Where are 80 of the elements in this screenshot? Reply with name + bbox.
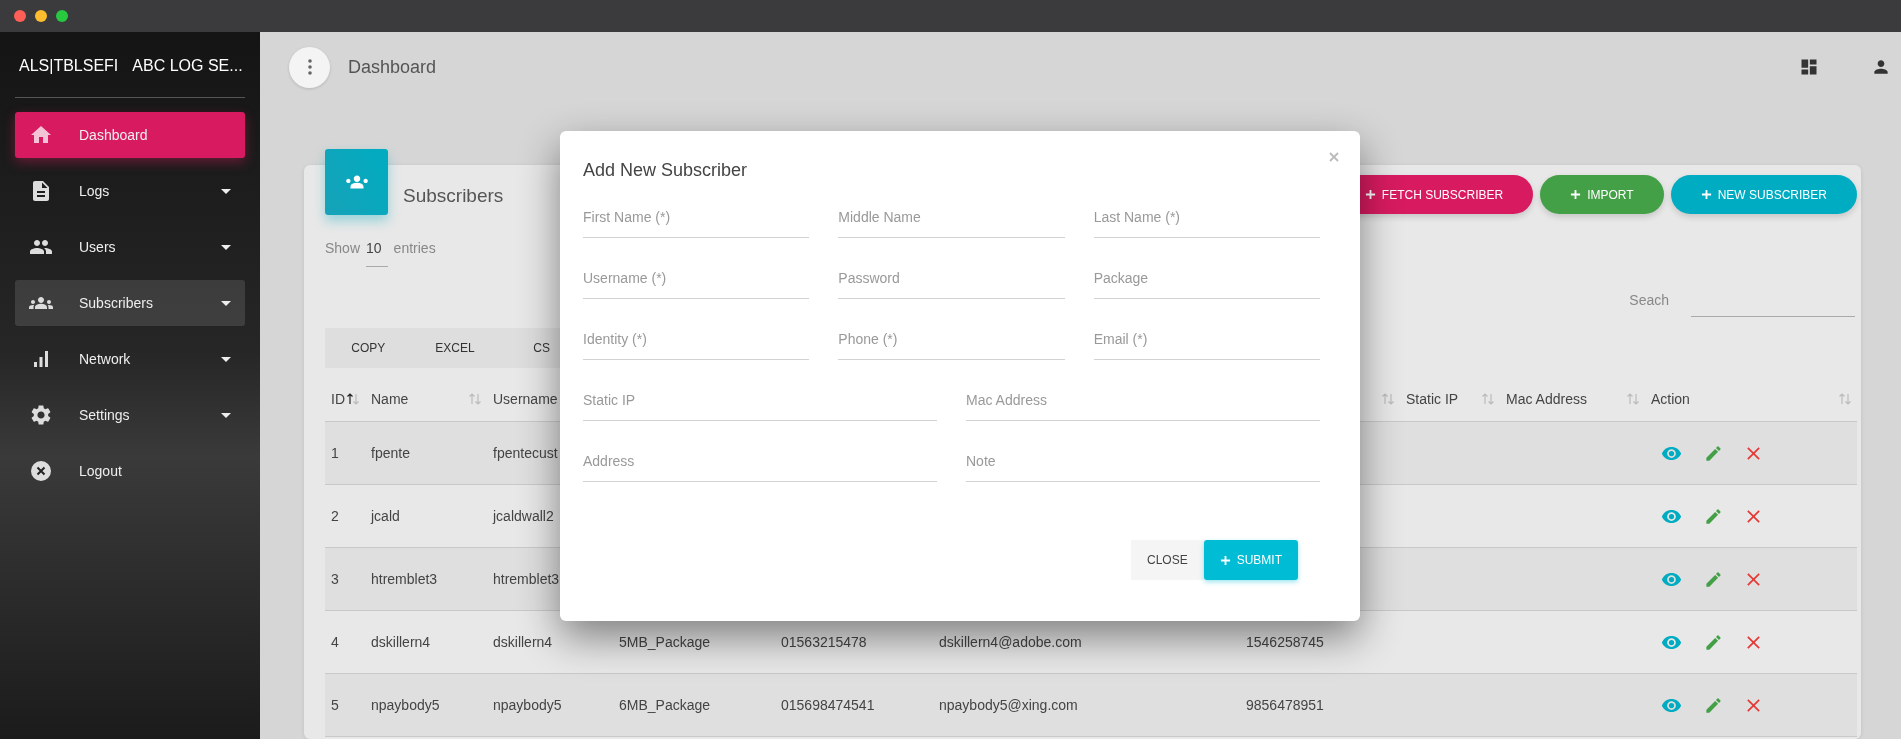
plus-icon: [1364, 189, 1376, 200]
table-cell: npaybody5@xing.com: [939, 697, 1078, 713]
delete-x-icon[interactable]: [1745, 696, 1762, 714]
input-field[interactable]: Username (*): [583, 258, 810, 299]
input-field[interactable]: Mac Address: [966, 380, 1320, 421]
table-cell: htremblet3: [371, 571, 438, 587]
sidebar-item[interactable]: Settings: [15, 392, 245, 438]
input-field[interactable]: Identity (*): [583, 319, 810, 360]
column-header[interactable]: Action: [1651, 390, 1690, 407]
input-field[interactable]: Last Name (*): [1093, 197, 1320, 238]
input-field[interactable]: Package: [1093, 258, 1320, 299]
plus-icon: [1570, 189, 1582, 200]
input-field[interactable]: Address: [583, 441, 937, 482]
table-cell: 9856478951: [1246, 697, 1324, 713]
settings-icon: [29, 403, 53, 427]
table-cell: jcald: [371, 508, 400, 524]
more-options-button[interactable]: [289, 46, 330, 88]
sidebar-item[interactable]: Subscribers: [15, 280, 245, 326]
close-circle-icon: [29, 459, 53, 483]
table-cell: npaybody5: [371, 697, 440, 713]
table-cell: 015698474541: [781, 697, 875, 713]
table-cell: 6MB_Package: [619, 697, 711, 713]
table-cell: fpentecust: [493, 445, 558, 461]
table-cell: 2: [331, 508, 339, 524]
export-button[interactable]: COPY: [325, 328, 412, 368]
column-header[interactable]: ID: [331, 390, 345, 407]
column-header[interactable]: Static IP: [1406, 390, 1459, 407]
input-field[interactable]: Email (*): [1093, 319, 1320, 360]
dashboard-grid-icon[interactable]: [1799, 57, 1819, 77]
window-control[interactable]: [14, 10, 26, 22]
table-cell: dskillern4: [371, 634, 431, 650]
table-cell: 4: [331, 634, 339, 650]
brand-name: ABC LOG SE...: [132, 57, 243, 75]
dialog-title: Add New Subscriber: [583, 159, 749, 181]
input-field[interactable]: Middle Name: [838, 197, 1065, 238]
sidebar-item[interactable]: Users: [15, 224, 245, 270]
input-field[interactable]: Static IP: [583, 380, 937, 421]
table-cell: 3: [331, 571, 339, 587]
sidebar-item[interactable]: Logs: [15, 168, 245, 214]
plus-icon: [1700, 189, 1712, 200]
export-button[interactable]: CS: [498, 328, 585, 368]
delete-x-icon[interactable]: [1745, 633, 1762, 651]
sidebar-item[interactable]: Network: [15, 336, 245, 382]
delete-x-icon[interactable]: [1745, 570, 1762, 588]
column-header[interactable]: Username: [493, 390, 558, 407]
close-button[interactable]: CLOSE: [1130, 540, 1204, 580]
window-control[interactable]: [35, 10, 47, 22]
table-cell: fpente: [371, 445, 410, 461]
card-title: Subscribers: [403, 184, 504, 207]
table-cell: 5MB_Package: [619, 634, 711, 650]
column-header[interactable]: Mac Address: [1506, 390, 1587, 407]
input-field[interactable]: Password: [838, 258, 1065, 299]
table-cell: 1546258745: [1246, 634, 1324, 650]
input-field[interactable]: Phone (*): [838, 319, 1065, 360]
export-button[interactable]: EXCEL: [411, 328, 499, 368]
entries-select[interactable]: 10: [366, 240, 388, 267]
brand-logo-text: ALS|TBLSEFI: [19, 57, 119, 75]
table-cell: 01563215478: [781, 634, 867, 650]
input-field[interactable]: Note: [966, 441, 1320, 482]
delete-x-icon[interactable]: [1745, 507, 1762, 525]
close-icon[interactable]: [1328, 151, 1340, 163]
window-control[interactable]: [56, 10, 68, 22]
table-cell: 1: [331, 445, 339, 461]
table-cell: jcaldwall2: [493, 508, 554, 524]
entries-label: entries: [393, 240, 436, 256]
table-cell: dskillern4@adobe.com: [939, 634, 1082, 650]
page-title: Dashboard: [348, 56, 437, 78]
table-cell: htremblet3: [493, 571, 560, 587]
table-cell: 5: [331, 697, 339, 713]
sidebar-item[interactable]: Logout: [15, 448, 245, 494]
search-label: Seach: [1629, 292, 1669, 308]
more-vertical-icon: [307, 59, 312, 75]
table-cell: npaybody5: [493, 697, 562, 713]
delete-x-icon[interactable]: [1745, 444, 1762, 462]
column-header[interactable]: Name: [371, 390, 409, 407]
table-cell: dskillern4: [493, 634, 553, 650]
plus-icon: [1219, 554, 1231, 566]
show-label: Show: [325, 240, 361, 256]
input-field[interactable]: First Name (*): [583, 197, 810, 238]
sidebar-item[interactable]: Dashboard: [15, 112, 245, 158]
